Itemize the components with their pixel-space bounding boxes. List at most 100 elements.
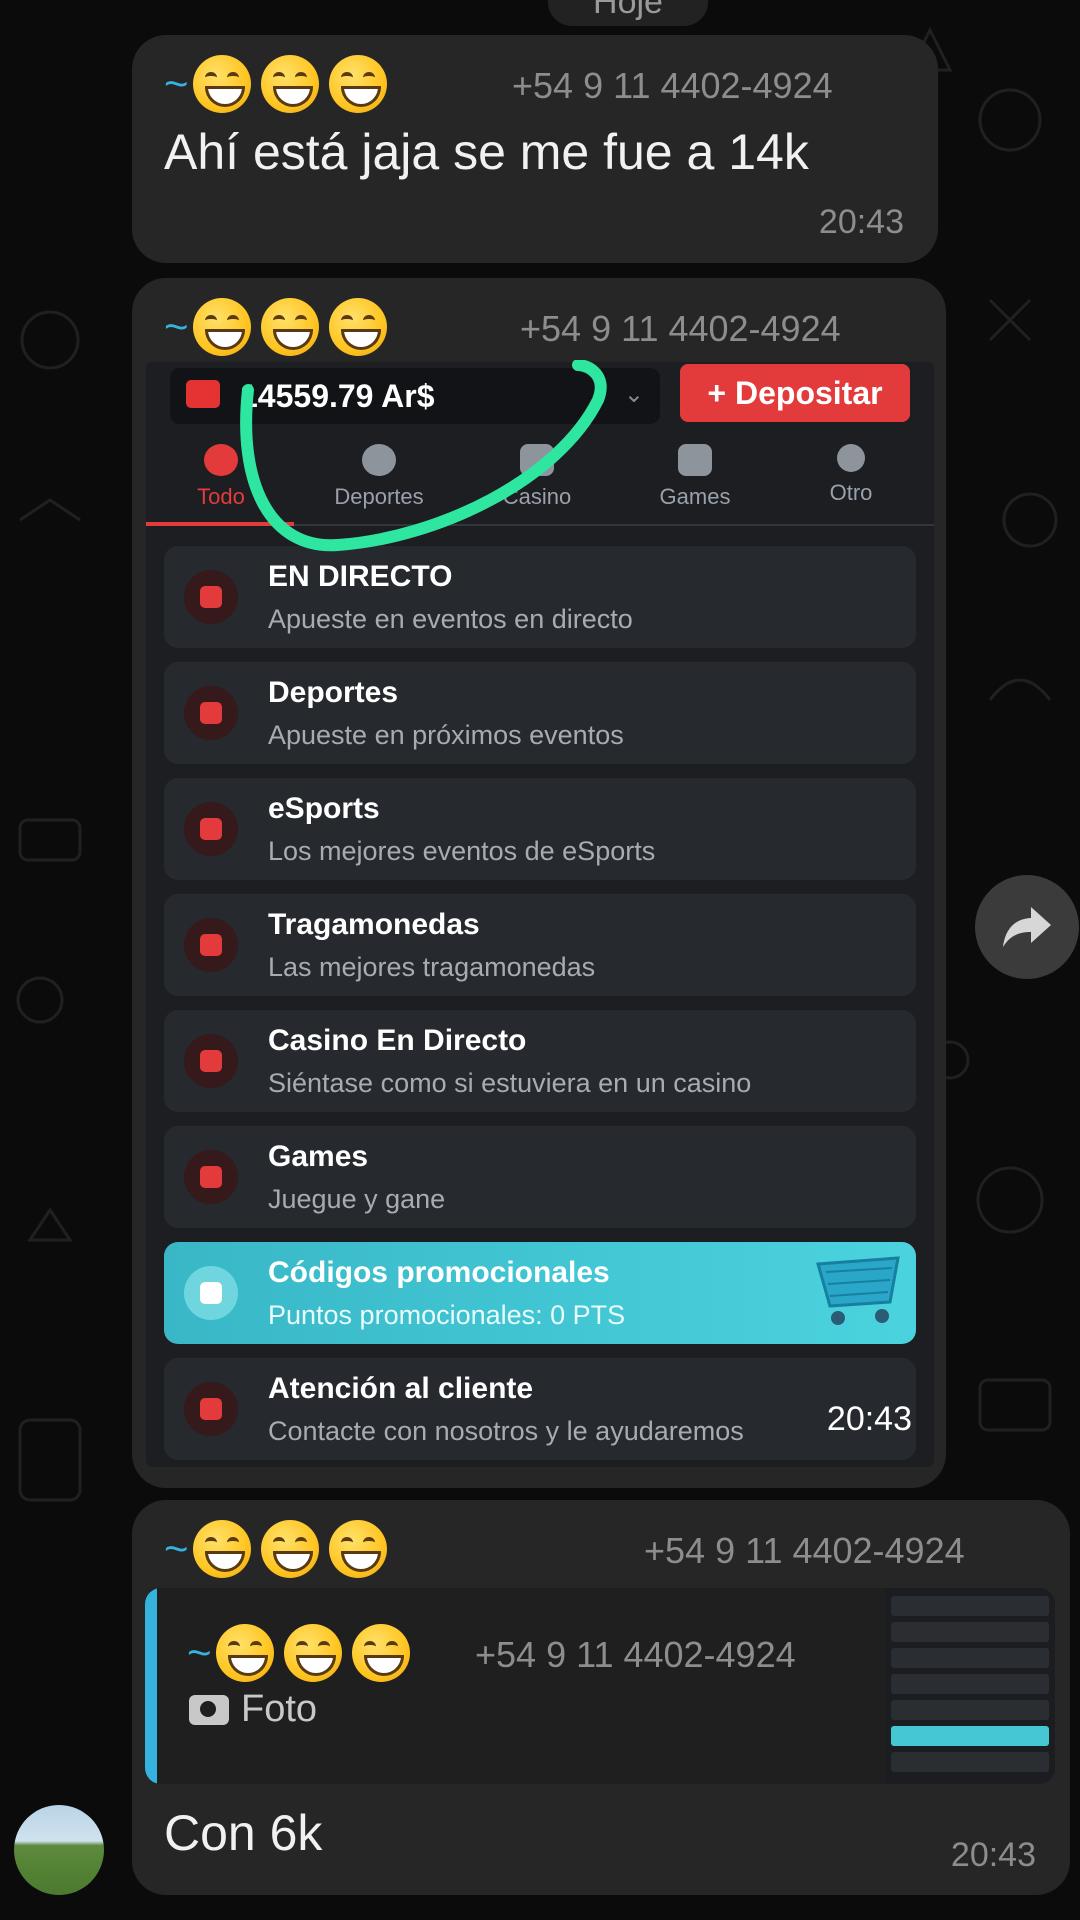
menu-item-subtitle: Siéntase como si estuviera en un casino bbox=[268, 1068, 752, 1098]
forward-icon bbox=[1003, 907, 1051, 947]
spade-icon bbox=[184, 1034, 238, 1088]
sender-name[interactable]: ~ bbox=[164, 1520, 397, 1578]
chevron-down-icon: ⌄ bbox=[623, 381, 644, 408]
menu-item-tragamonedas[interactable]: Tragamonedas Las mejores tragamonedas bbox=[164, 894, 916, 996]
tab-casino[interactable]: Casino bbox=[462, 432, 612, 510]
sender-phone[interactable]: +54 9 11 4402-4924 bbox=[520, 308, 841, 350]
sender-name[interactable]: ~ bbox=[164, 298, 397, 356]
sender-prefix: ~ bbox=[164, 1525, 189, 1572]
dice-icon bbox=[184, 1150, 238, 1204]
menu-item-title: EN DIRECTO bbox=[268, 560, 453, 593]
date-chip: Hoje bbox=[548, 0, 708, 26]
headset-icon bbox=[184, 1382, 238, 1436]
grinning-face-emoji bbox=[260, 55, 319, 113]
foto-label: Foto bbox=[241, 1688, 318, 1730]
quote-accent-bar bbox=[145, 1588, 157, 1784]
grinning-face-emoji bbox=[215, 1624, 274, 1682]
menu-item-codigos-promocionales[interactable]: Códigos promocionales Puntos promocional… bbox=[164, 1242, 916, 1344]
balance-value: 14559.79 Ar$ bbox=[240, 378, 435, 414]
menu-item-subtitle: Las mejores tragamonedas bbox=[268, 952, 596, 982]
thumbnail-row bbox=[891, 1674, 1049, 1694]
thumbnail-row bbox=[891, 1700, 1049, 1720]
menu-item-title: Games bbox=[268, 1140, 369, 1173]
tab-todo[interactable]: Todo bbox=[146, 432, 296, 510]
grinning-face-emoji bbox=[328, 298, 387, 356]
tab-active-indicator bbox=[146, 522, 294, 526]
cards-icon bbox=[520, 444, 554, 476]
image-attachment[interactable]: 14559.79 Ar$ ⌄ + Depositar Todo Deportes… bbox=[146, 362, 934, 1467]
menu-item-title: Atención al cliente bbox=[268, 1372, 534, 1405]
tab-label: Games bbox=[659, 484, 731, 509]
category-tabs: Todo Deportes Casino Games Otro bbox=[146, 432, 934, 532]
menu-item-games[interactable]: Games Juegue y gane bbox=[164, 1126, 916, 1228]
tab-label: Casino bbox=[502, 484, 572, 509]
reply-quote[interactable]: ~ +54 9 11 4402-4924 Foto bbox=[145, 1588, 1055, 1784]
forward-button[interactable] bbox=[975, 875, 1079, 979]
menu-item-title: Tragamonedas bbox=[268, 908, 480, 941]
tab-label: Otro bbox=[829, 480, 873, 505]
ball-icon bbox=[362, 444, 396, 476]
menu-item-en-directo[interactable]: EN DIRECTO Apueste en eventos en directo bbox=[164, 546, 916, 648]
menu-item-deportes[interactable]: Deportes Apueste en próximos eventos bbox=[164, 662, 916, 764]
wallet-icon bbox=[186, 380, 220, 408]
menu-item-title: eSports bbox=[268, 792, 380, 825]
tab-deportes[interactable]: Deportes bbox=[304, 432, 454, 510]
menu-item-title: Deportes bbox=[268, 676, 399, 709]
grinning-face-emoji bbox=[192, 55, 251, 113]
menu-item-subtitle: Apueste en próximos eventos bbox=[268, 720, 624, 750]
basket-icon bbox=[816, 1256, 900, 1325]
menu-item-subtitle: Contacte con nosotros y le ayudaremos bbox=[268, 1416, 744, 1446]
grinning-face-emoji bbox=[260, 1520, 319, 1578]
grinning-face-emoji bbox=[283, 1624, 342, 1682]
tab-label: Deportes bbox=[334, 484, 424, 509]
tab-otro[interactable]: Otro bbox=[776, 432, 926, 506]
quoted-sender-phone: +54 9 11 4402-4924 bbox=[475, 1634, 796, 1675]
grinning-face-emoji bbox=[328, 1520, 387, 1578]
thumbnail-row bbox=[891, 1752, 1049, 1772]
menu-item-subtitle: Los mejores eventos de eSports bbox=[268, 836, 656, 866]
dots-icon bbox=[837, 444, 865, 472]
quoted-sender-name: ~ bbox=[187, 1624, 420, 1682]
thumbnail-row bbox=[891, 1596, 1049, 1616]
message-time: 20:43 bbox=[818, 203, 904, 241]
dice-icon bbox=[678, 444, 712, 476]
message-text: Con 6k bbox=[164, 1805, 323, 1861]
sender-name[interactable]: ~ bbox=[164, 55, 397, 113]
cherries-icon bbox=[184, 918, 238, 972]
grinning-face-emoji bbox=[192, 298, 251, 356]
deposit-button[interactable]: + Depositar bbox=[680, 364, 910, 422]
message-text: Ahí está jaja se me fue a 14k bbox=[164, 124, 809, 180]
gamepad-icon bbox=[184, 802, 238, 856]
stopwatch-icon bbox=[184, 570, 238, 624]
menu-item-title: Casino En Directo bbox=[268, 1024, 527, 1057]
menu-item-esports[interactable]: eSports Los mejores eventos de eSports bbox=[164, 778, 916, 880]
sender-phone[interactable]: +54 9 11 4402-4924 bbox=[512, 65, 833, 107]
menu-item-title: Códigos promocionales bbox=[268, 1256, 610, 1289]
menu-item-atencion-al-cliente[interactable]: Atención al cliente Contacte con nosotro… bbox=[164, 1358, 916, 1460]
message-time: 20:43 bbox=[826, 1400, 912, 1438]
menu-item-subtitle: Puntos promocionales: 0 PTS bbox=[268, 1300, 626, 1330]
grinning-face-emoji bbox=[192, 1520, 251, 1578]
grinning-face-emoji bbox=[328, 55, 387, 113]
tab-label: Todo bbox=[197, 484, 245, 509]
thumbnail-row bbox=[891, 1622, 1049, 1642]
grinning-face-emoji bbox=[260, 298, 319, 356]
calendar-icon bbox=[184, 686, 238, 740]
avatar[interactable] bbox=[14, 1805, 104, 1895]
camera-icon bbox=[189, 1694, 229, 1725]
menu-item-casino-en-directo[interactable]: Casino En Directo Siéntase como si estuv… bbox=[164, 1010, 916, 1112]
menu-item-subtitle: Juegue y gane bbox=[268, 1184, 446, 1214]
gear-icon bbox=[204, 444, 238, 476]
cart-icon bbox=[184, 1266, 238, 1320]
thumbnail-row bbox=[891, 1648, 1049, 1668]
tab-games[interactable]: Games bbox=[620, 432, 770, 510]
grinning-face-emoji bbox=[351, 1624, 410, 1682]
quoted-media-label: Foto bbox=[189, 1688, 317, 1731]
sender-prefix: ~ bbox=[164, 60, 189, 107]
balance-bar[interactable]: 14559.79 Ar$ ⌄ bbox=[170, 368, 660, 424]
sender-prefix: ~ bbox=[164, 303, 189, 350]
message-bubble[interactable]: ~ +54 9 11 4402-4924 Ahí está jaja se me… bbox=[132, 35, 938, 263]
thumbnail-row bbox=[891, 1726, 1049, 1746]
sender-phone[interactable]: +54 9 11 4402-4924 bbox=[644, 1530, 965, 1572]
message-time: 20:43 bbox=[950, 1836, 1036, 1874]
